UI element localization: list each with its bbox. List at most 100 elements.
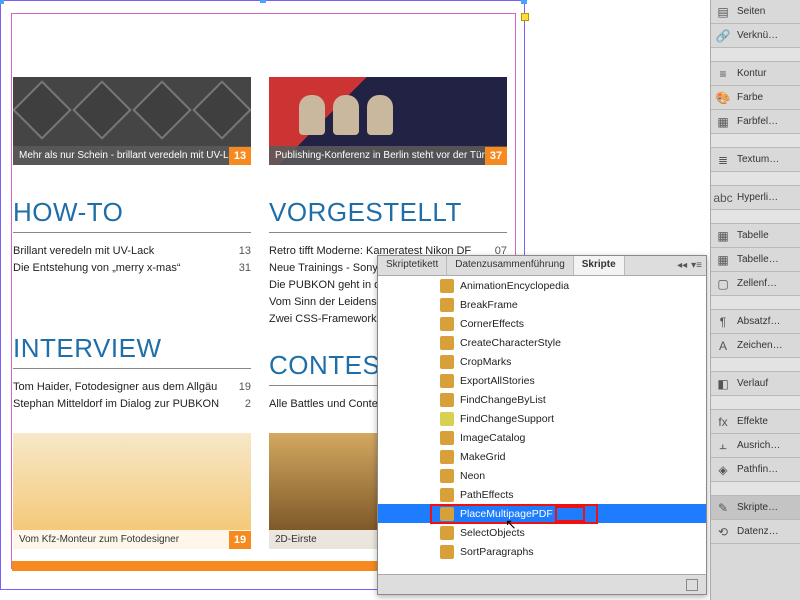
scripts-icon: ✎ [715, 500, 731, 516]
script-item[interactable]: BreakFrame [378, 295, 706, 314]
script-item-label: ImageCatalog [460, 432, 525, 444]
script-item[interactable]: CreateCharacterStyle [378, 333, 706, 352]
selection-handle[interactable] [521, 0, 527, 4]
panel-item-datenz[interactable]: ⟲ Datenz… [711, 520, 800, 544]
panel-item-effekte[interactable]: fxEffekte [711, 410, 800, 434]
cell-icon: ▢ [715, 276, 731, 292]
hyperlink-icon: abc [715, 190, 731, 206]
tab-datenzusammen[interactable]: Datenzusammenführung [447, 256, 574, 275]
panel-item-verlauf[interactable]: ◧Verlauf [711, 372, 800, 396]
script-item[interactable]: AnimationEncyclopedia [378, 276, 706, 295]
script-icon [440, 488, 454, 502]
script-icon [440, 279, 454, 293]
panel-item-label: Zellenf… [737, 278, 777, 289]
script-icon [440, 545, 454, 559]
thumb-page: 13 [229, 147, 251, 165]
panel-footer [378, 574, 706, 594]
tab-skriptetikett[interactable]: Skriptetikett [378, 256, 447, 275]
panel-item-skripte[interactable]: ✎ Skripte… [711, 496, 800, 520]
panel-item-label: Hyperli… [737, 192, 778, 203]
panel-item-label: Farbfel… [737, 116, 778, 127]
section-heading: VORGESTELLT [269, 197, 507, 233]
frame-handle[interactable] [521, 13, 529, 21]
panel-item-label: Ausrich… [737, 440, 780, 451]
panel-item-label: Datenz… [737, 526, 779, 537]
script-item[interactable]: Neon [378, 466, 706, 485]
script-icon [440, 317, 454, 331]
panel-item-label: Kontur [737, 68, 766, 79]
panel-item-label: Textum… [737, 154, 779, 165]
palette-icon: 🎨 [715, 90, 731, 106]
panel-item-tabelle[interactable]: ▦Tabelle… [711, 248, 800, 272]
script-icon [440, 507, 454, 521]
script-item[interactable]: ImageCatalog [378, 428, 706, 447]
panel-item-label: Absatzf… [737, 316, 780, 327]
script-item[interactable]: PlaceMultipagePDF [378, 504, 706, 523]
panel-item-label: Zeichen… [737, 340, 783, 351]
panel-item-ausrich[interactable]: ⫠Ausrich… [711, 434, 800, 458]
panel-menu-icon[interactable]: ▾≡ [691, 260, 702, 271]
panel-item-textum[interactable]: ≣ Textum… [711, 148, 800, 172]
script-item[interactable]: CornerEffects [378, 314, 706, 333]
panel-item-label: Skripte… [737, 502, 778, 513]
thumb-caption: Publishing-Konferenz in Berlin steht vor… [269, 146, 507, 165]
panel-item-seiten[interactable]: ▤Seiten [711, 0, 800, 24]
scripts-panel[interactable]: Skriptetikett Datenzusammenführung Skrip… [377, 255, 707, 595]
script-item[interactable]: PathEffects [378, 485, 706, 504]
tablefmt-icon: ▦ [715, 252, 731, 268]
article-thumb[interactable]: Vom Kfz-Monteur zum Fotodesigner 19 [13, 433, 251, 549]
data-icon: ⟲ [715, 524, 731, 540]
panel-item-hyperli[interactable]: abc Hyperli… [711, 186, 800, 210]
toc-howto: Brillant veredeln mit UV-Lack13 Die Ents… [13, 243, 251, 277]
toc-interview: Tom Haider, Fotodesigner aus dem Allgäu1… [13, 379, 251, 413]
script-item-label: BreakFrame [460, 299, 518, 311]
thumb-caption: Vom Kfz-Monteur zum Fotodesigner [13, 530, 251, 549]
panel-tabs: Skriptetikett Datenzusammenführung Skrip… [378, 256, 706, 276]
section-heading: HOW-TO [13, 197, 251, 233]
script-icon [440, 526, 454, 540]
panel-item-zellenf[interactable]: ▢ Zellenf… [711, 272, 800, 296]
script-icon [440, 393, 454, 407]
panel-item-tabelle[interactable]: ▦Tabelle [711, 224, 800, 248]
script-item[interactable]: CropMarks [378, 352, 706, 371]
thumb-caption: Mehr als nur Schein - brillant veredeln … [13, 146, 251, 165]
scripts-list[interactable]: AnimationEncyclopedia BreakFrame CornerEff… [378, 276, 706, 574]
script-icon [440, 431, 454, 445]
script-item[interactable]: ExportAllStories [378, 371, 706, 390]
panel-item-kontur[interactable]: ≡Kontur [711, 62, 800, 86]
script-item-label: Neon [460, 470, 485, 482]
trash-icon[interactable] [686, 579, 698, 591]
script-item[interactable]: SelectObjects [378, 523, 706, 542]
tab-skripte[interactable]: Skripte [574, 256, 625, 275]
link-icon: 🔗 [715, 28, 731, 44]
script-item-label: SelectObjects [460, 527, 525, 539]
script-item-label: CropMarks [460, 356, 511, 368]
wrap-icon: ≣ [715, 152, 731, 168]
selection-handle[interactable] [0, 0, 4, 4]
script-item[interactable]: FindChangeSupport [378, 409, 706, 428]
article-thumb[interactable]: Publishing-Konferenz in Berlin steht vor… [269, 77, 507, 165]
selection-handle[interactable] [260, 0, 266, 3]
section-heading: INTERVIEW [13, 333, 251, 369]
script-item[interactable]: FindChangeByList [378, 390, 706, 409]
panel-item-pathfin[interactable]: ◈Pathfin… [711, 458, 800, 482]
panel-item-label: Effekte [737, 416, 768, 427]
panel-prev-icon[interactable]: ◂◂ [677, 260, 687, 271]
script-item-label: PlaceMultipagePDF [460, 508, 553, 520]
panel-item-farbfel[interactable]: ▦Farbfel… [711, 110, 800, 134]
script-item[interactable]: SortParagraphs [378, 542, 706, 561]
panel-item-farbe[interactable]: 🎨Farbe [711, 86, 800, 110]
script-item[interactable]: MakeGrid [378, 447, 706, 466]
article-thumb[interactable]: Mehr als nur Schein - brillant veredeln … [13, 77, 251, 165]
script-item-label: ExportAllStories [460, 375, 535, 387]
char-icon: A [715, 338, 731, 354]
panel-item-zeichen[interactable]: A Zeichen… [711, 334, 800, 358]
script-item-label: FindChangeSupport [460, 413, 554, 425]
panel-item-verkn[interactable]: 🔗Verknü… [711, 24, 800, 48]
script-icon [440, 469, 454, 483]
script-icon [440, 450, 454, 464]
page-icon: ▤ [715, 4, 731, 20]
script-item-label: FindChangeByList [460, 394, 546, 406]
script-item-label: CornerEffects [460, 318, 524, 330]
panel-item-absatzf[interactable]: ¶Absatzf… [711, 310, 800, 334]
